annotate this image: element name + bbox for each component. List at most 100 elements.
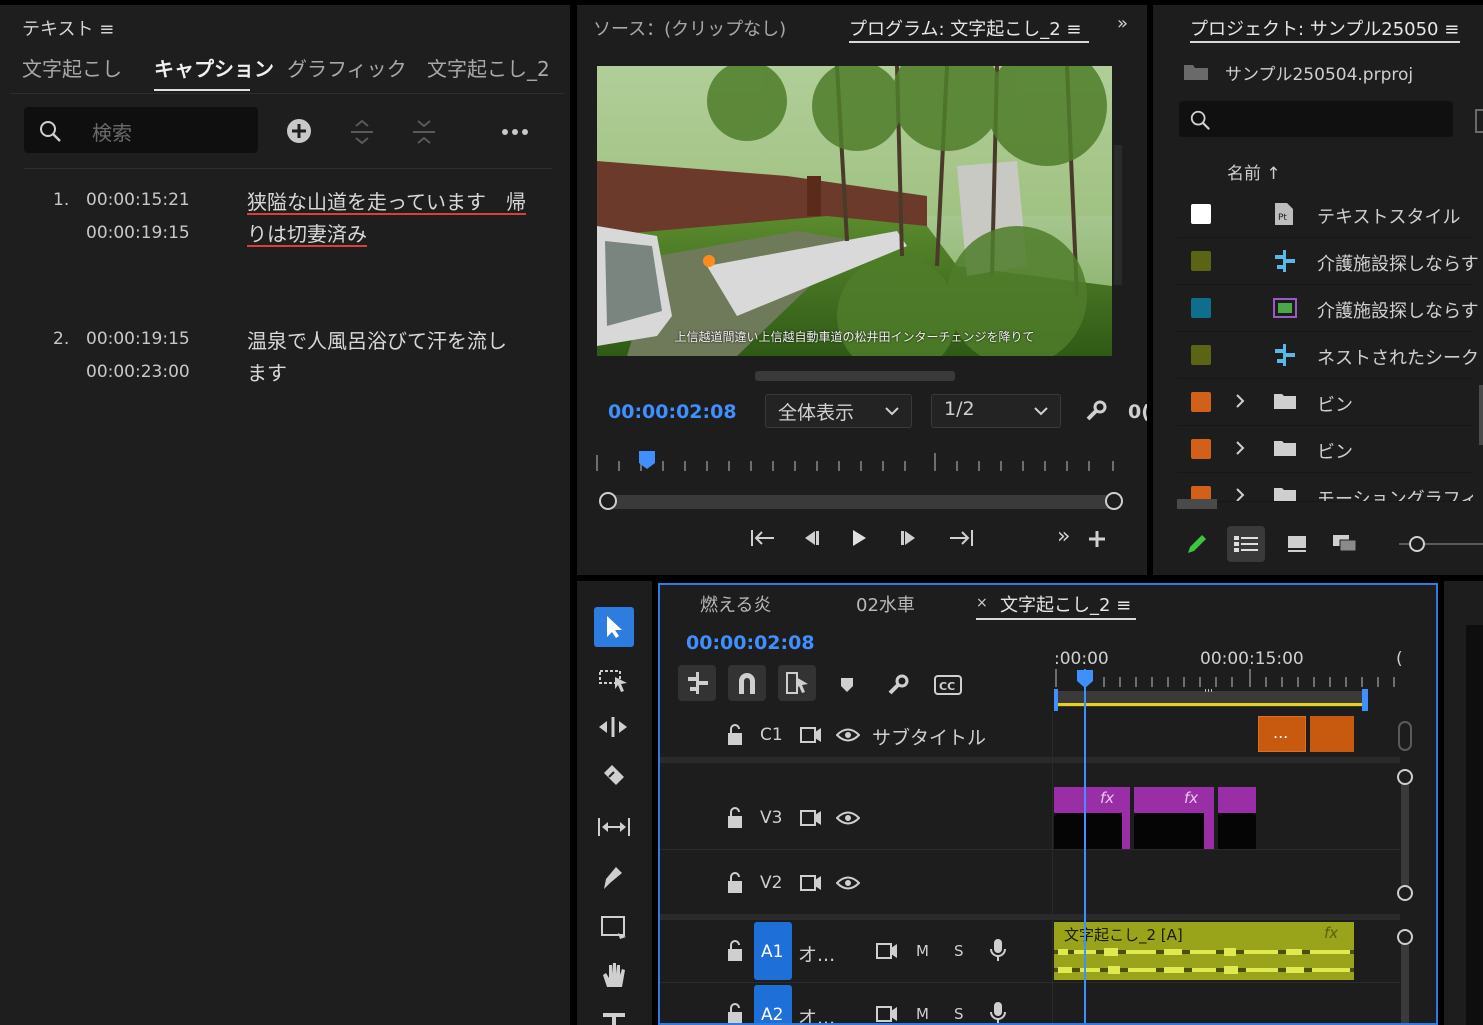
project-item[interactable]: Pt テキストスタイル [1177, 191, 1473, 238]
tab-sequence-moeru-honoo[interactable]: 燃える炎 [700, 591, 771, 617]
razor-tool-icon[interactable] [600, 763, 626, 789]
tab-graphics[interactable]: グラフィック [287, 53, 407, 82]
track-a2[interactable]: A2 オ... M S [660, 983, 1400, 1023]
program-video-frame[interactable]: 上信越道間違い上信越自動車道の松井田インターチェンジを降りて [597, 66, 1112, 356]
mute-button[interactable]: M [916, 942, 929, 960]
linked-selection-button[interactable] [778, 665, 816, 701]
zoom-handle-left[interactable] [599, 492, 617, 510]
tab-sequence-transcript-2[interactable]: 文字起こし_2 ≡ [1000, 591, 1131, 617]
project-item[interactable]: 介護施設探しならす [1177, 238, 1479, 285]
wrench-icon[interactable] [886, 673, 910, 697]
label-color-swatch[interactable] [1191, 204, 1211, 224]
label-color-swatch[interactable] [1191, 251, 1211, 271]
thumbnail-size-slider[interactable] [1399, 536, 1483, 552]
caption-item[interactable]: 1. 00:00:15:21 00:00:19:15 狭隘な山道を走っています … [0, 180, 570, 290]
audio-clip[interactable]: 文字起こし_2 [A] fx [1054, 922, 1354, 980]
track-v2[interactable]: V2 [660, 850, 1400, 914]
new-bin-icon[interactable] [1475, 109, 1483, 133]
work-area-start-handle[interactable] [1054, 689, 1058, 711]
wrench-icon[interactable] [1084, 399, 1108, 423]
ripple-edit-tool-icon[interactable] [597, 716, 629, 738]
source-patch-a2[interactable]: A2 [754, 985, 792, 1023]
more-options-icon[interactable] [501, 128, 529, 136]
step-back-icon[interactable] [801, 529, 821, 547]
snap-button[interactable] [728, 665, 766, 701]
list-view-button[interactable] [1227, 526, 1265, 562]
go-to-out-icon[interactable] [948, 528, 974, 548]
sync-lock-icon[interactable] [800, 810, 822, 826]
program-timecode[interactable]: 00:00:02:08 [608, 401, 737, 423]
go-to-in-icon[interactable] [750, 528, 776, 548]
work-area-bar[interactable]: ''' [1054, 687, 1364, 707]
caption-end-time[interactable]: 00:00:23:00 [86, 362, 190, 382]
selection-tool-button[interactable] [594, 607, 634, 647]
audio-track-scrollbar[interactable] [1397, 929, 1413, 1023]
microphone-icon[interactable] [990, 938, 1006, 962]
track-a1[interactable]: A1 オ... M S 文字起こし_2 [A] fx [660, 920, 1400, 983]
tab-program[interactable]: プログラム: 文字起こし_2 ≡ [849, 15, 1082, 41]
chevron-right-icon[interactable] [1235, 394, 1245, 408]
caption-search-box[interactable]: 検索 [24, 107, 258, 153]
lock-icon[interactable] [726, 807, 744, 829]
caption-text[interactable]: 狭隘な山道を走っています 帰りは切妻済み [247, 186, 527, 250]
caption-start-time[interactable]: 00:00:15:21 [86, 190, 190, 210]
nest-sequence-button[interactable] [678, 665, 716, 701]
lock-icon[interactable] [726, 940, 744, 962]
solo-button[interactable]: S [954, 1005, 964, 1023]
slider-handle[interactable] [1409, 536, 1425, 552]
label-color-swatch[interactable] [1191, 345, 1211, 365]
add-caption-icon[interactable] [286, 118, 312, 144]
tab-transcript[interactable]: 文字起こし [22, 53, 122, 82]
eye-icon[interactable] [836, 876, 860, 890]
project-item[interactable]: ビン [1177, 379, 1473, 426]
icon-view-icon[interactable] [1287, 535, 1307, 553]
caption-end-time[interactable]: 00:00:19:15 [86, 223, 190, 243]
caption-clip[interactable]: ... [1258, 716, 1306, 752]
scroll-handle-top[interactable] [1397, 929, 1413, 945]
monitor-zoom-scrollbar[interactable] [599, 492, 1123, 510]
project-panel-title[interactable]: プロジェクト: サンプル25050 ≡ [1190, 15, 1459, 41]
video-horizontal-scrollbar[interactable] [755, 371, 955, 381]
timeline-ruler[interactable] [1054, 669, 1404, 689]
closed-captions-icon[interactable]: CC [934, 675, 962, 695]
step-forward-icon[interactable] [899, 529, 919, 547]
pen-tool-icon[interactable] [600, 863, 626, 891]
chevron-right-icon[interactable] [1235, 488, 1245, 501]
track-select-tool-icon[interactable] [599, 667, 629, 693]
project-vertical-scrollbar[interactable] [1479, 385, 1483, 445]
merge-caption-icon[interactable] [410, 118, 438, 146]
close-tab-icon[interactable]: × [976, 595, 988, 611]
tab-source[interactable]: ソース：(クリップなし) [593, 15, 786, 41]
project-search-input[interactable] [1179, 101, 1453, 137]
timeline-timecode[interactable]: 00:00:02:08 [686, 632, 815, 654]
microphone-icon[interactable] [990, 1001, 1006, 1023]
project-item[interactable]: ネストされたシーク [1177, 332, 1479, 379]
tab-sequence-suisha[interactable]: 02水車 [856, 591, 915, 617]
video-clip[interactable]: fx [1054, 787, 1130, 849]
rectangle-tool-icon[interactable] [600, 915, 626, 939]
sync-lock-icon[interactable] [876, 943, 898, 959]
video-track-scrollbar[interactable] [1397, 769, 1413, 901]
caption-track-scrollbar[interactable] [1398, 721, 1412, 751]
label-color-swatch[interactable] [1191, 392, 1211, 412]
split-caption-icon[interactable] [348, 118, 376, 146]
playhead-handle[interactable] [1076, 669, 1094, 689]
scroll-handle-bottom[interactable] [1397, 885, 1413, 901]
panel-overflow-icon[interactable]: » [1117, 13, 1128, 34]
playback-resolution-select[interactable]: 1/2 [931, 394, 1061, 428]
video-clip[interactable] [1218, 787, 1256, 849]
source-patch-a1[interactable]: A1 [754, 922, 792, 980]
monitor-time-ruler[interactable] [595, 447, 1120, 473]
play-icon[interactable] [850, 529, 868, 547]
scroll-handle-top[interactable] [1397, 769, 1413, 785]
lock-icon[interactable] [726, 1003, 744, 1023]
pencil-icon[interactable] [1186, 533, 1208, 555]
video-vertical-scrollbar[interactable] [1114, 145, 1122, 285]
work-area-end-handle[interactable] [1362, 689, 1368, 711]
add-marker-icon[interactable] [840, 677, 854, 693]
label-color-swatch[interactable] [1191, 439, 1211, 459]
caption-clip[interactable] [1310, 716, 1354, 752]
tab-captions[interactable]: キャプション [154, 53, 274, 82]
eye-icon[interactable] [836, 728, 860, 742]
project-item[interactable]: モーショングラフィ [1177, 473, 1473, 502]
